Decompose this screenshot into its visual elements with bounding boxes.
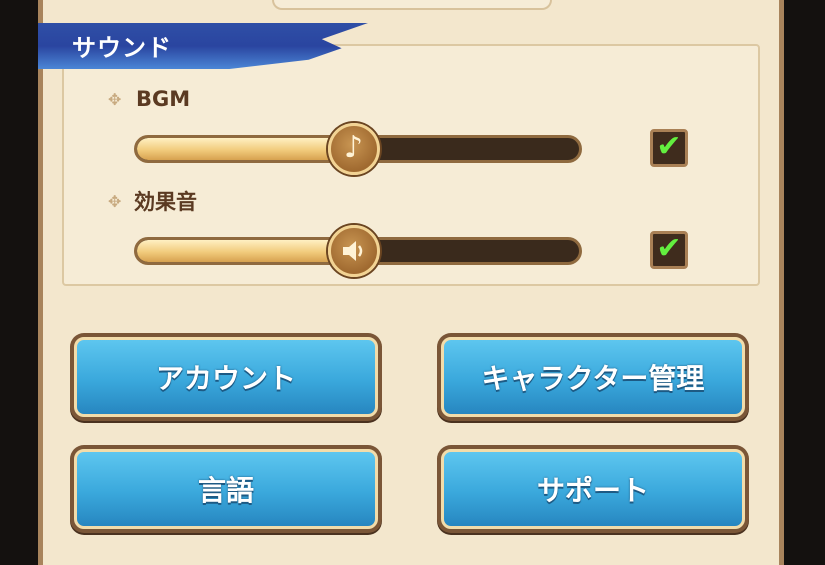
top-tab-edge xyxy=(272,0,552,10)
music-note-icon[interactable]: ♪ xyxy=(327,123,380,175)
bgm-label: BGM xyxy=(136,87,191,111)
support-button-label: サポート xyxy=(441,449,745,529)
sfx-label: 効果音 xyxy=(134,190,197,214)
account-button[interactable]: アカウント xyxy=(70,333,382,421)
bgm-slider-fill xyxy=(137,138,354,160)
language-button[interactable]: 言語 xyxy=(70,445,382,533)
speaker-glyph xyxy=(342,241,362,261)
sfx-slider-fill xyxy=(137,240,354,262)
sfx-checkbox[interactable]: ✔ xyxy=(650,231,688,269)
support-button[interactable]: サポート xyxy=(437,445,749,533)
account-button-label: アカウント xyxy=(74,337,378,417)
bgm-bullet-icon: ✥ xyxy=(108,90,122,109)
speaker-icon[interactable] xyxy=(327,225,380,277)
bgm-checkbox[interactable]: ✔ xyxy=(650,129,688,167)
language-button-label: 言語 xyxy=(74,449,378,529)
character-manage-button-label: キャラクター管理 xyxy=(441,337,745,417)
section-title: サウンド xyxy=(72,34,172,62)
sfx-bullet-icon: ✥ xyxy=(108,192,122,211)
character-manage-button[interactable]: キャラクター管理 xyxy=(437,333,749,421)
